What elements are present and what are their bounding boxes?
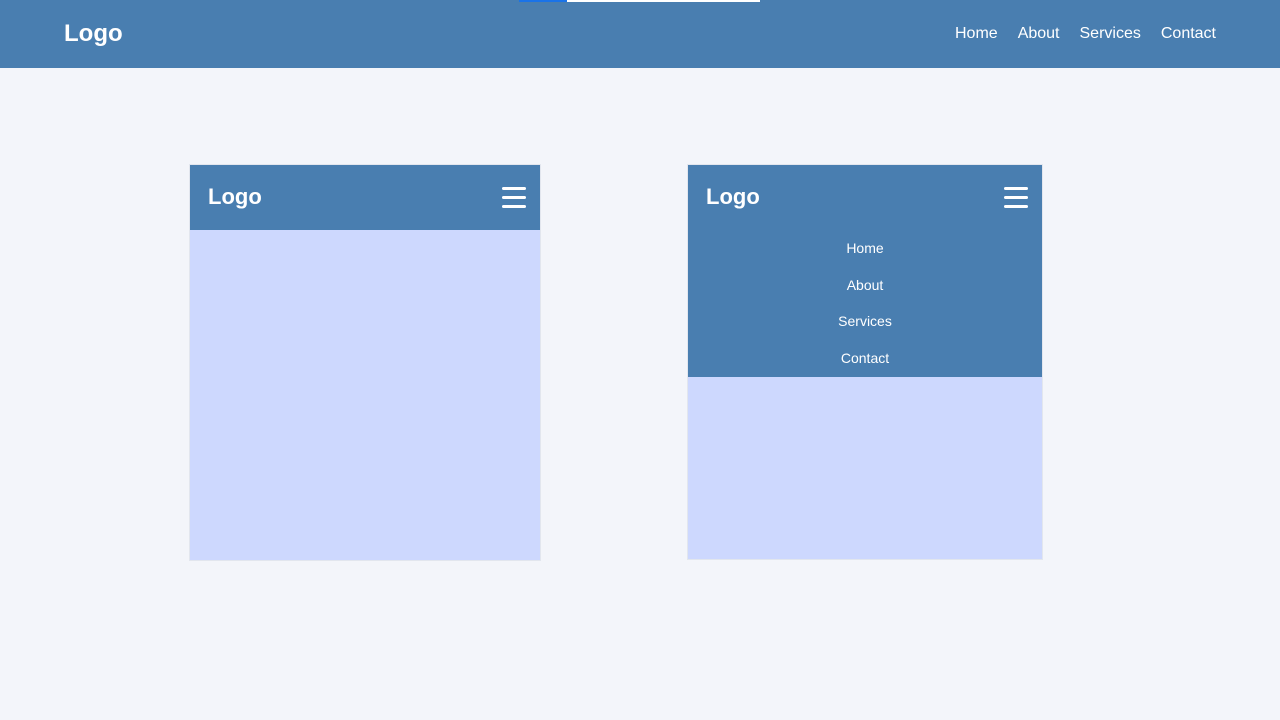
mobile-menu-item-about[interactable]: About [688,276,1042,294]
mobile-dropdown-menu: Home About Services Contact [688,230,1042,377]
mobile-navbar: Logo [190,165,540,230]
mobile-menu-item-services[interactable]: Services [688,312,1042,330]
nav-link-about[interactable]: About [1018,24,1060,44]
nav-link-services[interactable]: Services [1080,24,1141,44]
scroll-indicator [519,0,760,2]
hamburger-icon[interactable] [1004,187,1028,208]
top-navbar: Logo Home About Services Contact [0,0,1280,68]
mobile-menu-item-home[interactable]: Home [688,239,1042,257]
mobile-logo[interactable]: Logo [706,184,760,210]
nav-link-contact[interactable]: Contact [1161,24,1216,44]
site-logo[interactable]: Logo [64,19,123,49]
hamburger-icon[interactable] [502,187,526,208]
mobile-preview-closed: Logo [189,164,541,561]
nav-link-home[interactable]: Home [955,24,998,44]
scroll-indicator-thumb [519,0,567,2]
mobile-preview-open: Logo Home About Services Contact [687,164,1043,560]
mobile-logo[interactable]: Logo [208,184,262,210]
mobile-menu-item-contact[interactable]: Contact [688,349,1042,367]
mobile-navbar: Logo [688,165,1042,230]
main-nav: Home About Services Contact [955,24,1216,44]
